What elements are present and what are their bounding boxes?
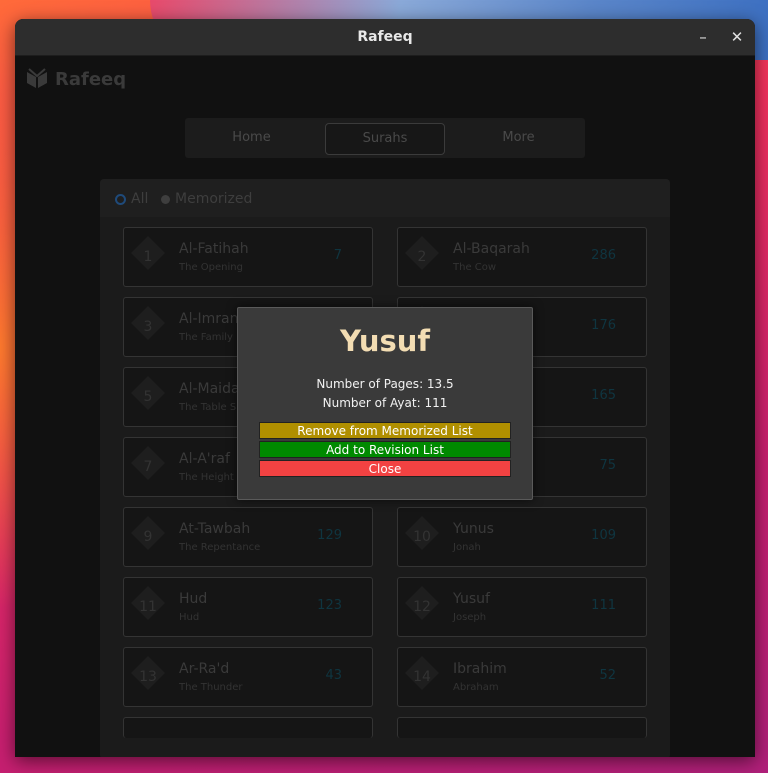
surah-name: Hud bbox=[179, 591, 208, 607]
filter-all-label: All bbox=[131, 191, 149, 207]
dialog-title: Yusuf bbox=[339, 324, 431, 358]
surah-card[interactable]: 1 Al-Fatihah The Opening 7 bbox=[123, 227, 373, 287]
close-window-button[interactable]: ✕ bbox=[725, 25, 749, 49]
tab-home[interactable]: Home bbox=[193, 123, 310, 153]
surah-ayat-count: 176 bbox=[591, 318, 616, 333]
surah-meaning: The Family bbox=[179, 332, 233, 343]
surah-meaning: The Thunder bbox=[179, 682, 243, 693]
ayat-count: Number of Ayat: 111 bbox=[322, 396, 448, 410]
surah-ayat-count: 111 bbox=[591, 598, 616, 613]
surah-card[interactable]: 12 Yusuf Joseph 111 bbox=[397, 577, 647, 637]
title-bar[interactable]: Rafeeq – ✕ bbox=[15, 19, 755, 56]
surah-number: 5 bbox=[143, 389, 153, 405]
surah-name: Yunus bbox=[453, 521, 494, 537]
brand: Rafeeq bbox=[25, 67, 126, 91]
surah-dialog: Yusuf Number of Pages: 13.5 Number of Ay… bbox=[237, 307, 533, 500]
filter-bar: All Memorized bbox=[100, 179, 670, 217]
surah-number: 9 bbox=[143, 529, 153, 545]
surah-number: 13 bbox=[139, 669, 157, 685]
surah-name: At-Tawbah bbox=[179, 521, 251, 537]
surah-number: 3 bbox=[143, 319, 153, 335]
surah-ayat-count: 75 bbox=[599, 458, 616, 473]
surah-meaning: Abraham bbox=[453, 682, 499, 693]
minimize-button[interactable]: – bbox=[691, 25, 715, 49]
surah-name: Al-Imran bbox=[179, 311, 239, 327]
surah-meaning: The Height bbox=[179, 472, 234, 483]
main-nav: Home Surahs More bbox=[185, 118, 585, 158]
surah-ayat-count: 7 bbox=[333, 248, 342, 263]
surah-number: 2 bbox=[417, 249, 427, 265]
filter-memorized-radio[interactable]: Memorized bbox=[161, 190, 252, 208]
tab-surahs[interactable]: Surahs bbox=[325, 123, 445, 155]
window-title: Rafeeq bbox=[357, 29, 413, 45]
surah-name: Al-Baqarah bbox=[453, 241, 530, 257]
surah-card[interactable]: 2 Al-Baqarah The Cow 286 bbox=[397, 227, 647, 287]
surah-number: 14 bbox=[413, 669, 431, 685]
surah-meaning: The Cow bbox=[453, 262, 497, 273]
surah-card[interactable]: 14 Ibrahim Abraham 52 bbox=[397, 647, 647, 707]
surah-ayat-count: 43 bbox=[325, 668, 342, 683]
surah-card-partial[interactable] bbox=[123, 717, 373, 738]
surah-name: Yusuf bbox=[453, 591, 490, 607]
surah-meaning: The Table S bbox=[179, 402, 237, 413]
open-book-icon bbox=[27, 68, 47, 88]
surah-meaning: Joseph bbox=[453, 612, 487, 623]
surah-card-partial[interactable] bbox=[397, 717, 647, 738]
surah-ayat-count: 165 bbox=[591, 388, 616, 403]
add-revision-button[interactable]: Add to Revision List bbox=[259, 441, 511, 458]
surah-card[interactable]: 13 Ar-Ra'd The Thunder 43 bbox=[123, 647, 373, 707]
surah-card[interactable]: 9 At-Tawbah The Repentance 129 bbox=[123, 507, 373, 567]
radio-unselected-icon bbox=[161, 194, 170, 204]
surah-name: Ar-Ra'd bbox=[179, 661, 230, 677]
surah-ayat-count: 123 bbox=[317, 598, 342, 613]
surah-meaning: Jonah bbox=[453, 542, 481, 553]
close-dialog-button[interactable]: Close bbox=[259, 460, 511, 477]
surah-name: Al-Fatihah bbox=[179, 241, 249, 257]
surah-ayat-count: 286 bbox=[591, 248, 616, 263]
surah-name: Al-A'raf bbox=[179, 451, 230, 467]
surah-number: 12 bbox=[413, 599, 431, 615]
surah-number: 10 bbox=[413, 529, 431, 545]
remove-memorized-button[interactable]: Remove from Memorized List bbox=[259, 422, 511, 439]
surah-ayat-count: 129 bbox=[317, 528, 342, 543]
surah-number: 11 bbox=[139, 599, 157, 615]
surah-card[interactable]: 10 Yunus Jonah 109 bbox=[397, 507, 647, 567]
filter-all-radio[interactable]: All bbox=[115, 190, 148, 208]
surah-ayat-count: 109 bbox=[591, 528, 616, 543]
pages-count: Number of Pages: 13.5 bbox=[316, 377, 454, 391]
surah-meaning: Hud bbox=[179, 612, 200, 623]
surah-number: 1 bbox=[143, 249, 153, 265]
tab-more[interactable]: More bbox=[460, 123, 577, 153]
surah-number: 7 bbox=[143, 459, 153, 475]
surah-meaning: The Opening bbox=[179, 262, 243, 273]
brand-name: Rafeeq bbox=[55, 68, 127, 90]
filter-memorized-label: Memorized bbox=[175, 191, 253, 207]
surah-meaning: The Repentance bbox=[179, 542, 261, 553]
surah-name: Ibrahim bbox=[453, 661, 507, 677]
radio-selected-icon bbox=[115, 193, 126, 205]
surah-name: Al-Maida bbox=[179, 381, 240, 397]
surah-card[interactable]: 11 Hud Hud 123 bbox=[123, 577, 373, 637]
surah-ayat-count: 52 bbox=[599, 668, 616, 683]
